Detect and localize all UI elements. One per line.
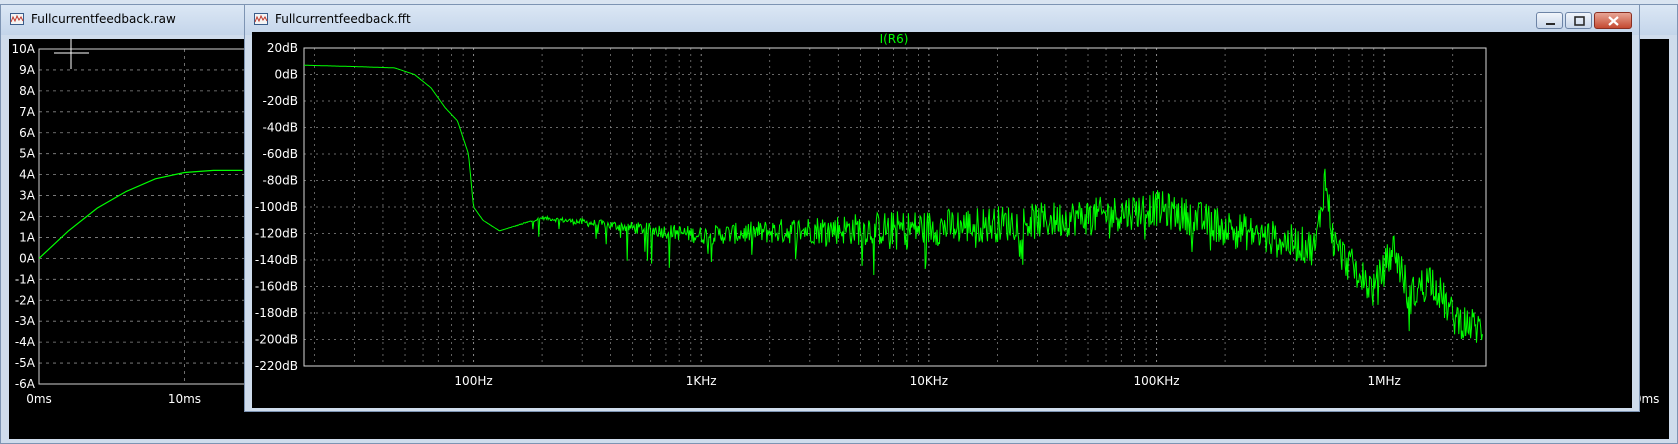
raw-y-tick-label: 8A bbox=[19, 84, 36, 98]
fft-y-tick-label: -200dB bbox=[255, 333, 298, 347]
fft-y-tick-label: 0dB bbox=[275, 68, 298, 82]
raw-y-tick-label: -6A bbox=[15, 377, 36, 391]
close-button[interactable] bbox=[1594, 12, 1632, 29]
raw-y-tick-label: 10A bbox=[12, 42, 36, 56]
fft-x-tick-label: 1MHz bbox=[1368, 374, 1401, 388]
fft-y-tick-label: -40dB bbox=[263, 121, 298, 135]
raw-y-tick-label: -3A bbox=[15, 314, 36, 328]
fft-x-tick-label: 100KHz bbox=[1133, 374, 1179, 388]
minimize-icon bbox=[1546, 23, 1555, 25]
maximize-button[interactable] bbox=[1565, 12, 1592, 29]
fft-window[interactable]: Fullcurrentfeedback.fft 20dB 0dB -20dB -40d… bbox=[244, 4, 1640, 412]
fft-y-tick-label: -80dB bbox=[263, 174, 298, 188]
raw-y-tick-label: 7A bbox=[19, 105, 36, 119]
fft-y-tick-label: -60dB bbox=[263, 147, 298, 161]
raw-y-tick-label: 0A bbox=[19, 251, 36, 265]
trace-label[interactable]: I(R6) bbox=[880, 32, 909, 46]
waveform-app-icon bbox=[10, 13, 24, 25]
raw-y-tick-label: 4A bbox=[19, 168, 36, 182]
raw-trace-line[interactable] bbox=[38, 169, 243, 259]
fft-y-tick-label: -120dB bbox=[255, 227, 298, 241]
fft-y-tick-label: -100dB bbox=[255, 200, 298, 214]
fft-plot-area[interactable]: 20dB 0dB -20dB -40dB -60dB -80dB -100dB -120dB -… bbox=[252, 32, 1632, 408]
fft-spectrum-chart[interactable]: 20dB 0dB -20dB -40dB -60dB -80dB -100dB -120dB -… bbox=[252, 32, 1632, 408]
fft-x-tick-label: 1KHz bbox=[686, 374, 717, 388]
waveform-app-icon bbox=[254, 13, 268, 25]
raw-y-tick-label: 6A bbox=[19, 126, 36, 140]
raw-y-tick-label: -1A bbox=[15, 272, 36, 286]
restore-icon bbox=[1574, 16, 1585, 26]
fft-y-tick-label: -140dB bbox=[255, 253, 298, 267]
fft-y-tick-label: -220dB bbox=[255, 359, 298, 373]
raw-y-tick-label: -5A bbox=[15, 356, 36, 370]
fft-y-tick-label: -20dB bbox=[263, 94, 298, 108]
raw-y-tick-label: 2A bbox=[19, 210, 36, 224]
raw-y-tick-label: 5A bbox=[19, 147, 36, 161]
raw-y-tick-label: -2A bbox=[15, 293, 36, 307]
raw-y-tick-label: 3A bbox=[19, 189, 36, 203]
fft-x-tick-label: 10KHz bbox=[910, 374, 948, 388]
fft-trace-line[interactable] bbox=[304, 64, 1483, 343]
fft-y-tick-label: -160dB bbox=[255, 280, 298, 294]
fft-plot-frame bbox=[303, 47, 1487, 367]
fft-y-tick-label: -180dB bbox=[255, 306, 298, 320]
raw-y-tick-label: 1A bbox=[19, 230, 36, 244]
fft-x-tick-label: 100Hz bbox=[454, 374, 492, 388]
close-icon bbox=[1608, 16, 1619, 26]
fft-window-title: Fullcurrentfeedback.fft bbox=[275, 12, 411, 26]
raw-y-tick-label: 9A bbox=[19, 63, 36, 77]
raw-window-title: Fullcurrentfeedback.raw bbox=[31, 12, 176, 26]
raw-x-tick-label: 10ms bbox=[168, 392, 201, 406]
raw-y-tick-label: -4A bbox=[15, 335, 36, 349]
minimize-button[interactable] bbox=[1536, 12, 1563, 29]
raw-x-tick-label: 0ms bbox=[26, 392, 52, 406]
fft-y-tick-label: 20dB bbox=[267, 41, 298, 55]
fft-titlebar[interactable]: Fullcurrentfeedback.fft bbox=[245, 5, 1639, 35]
